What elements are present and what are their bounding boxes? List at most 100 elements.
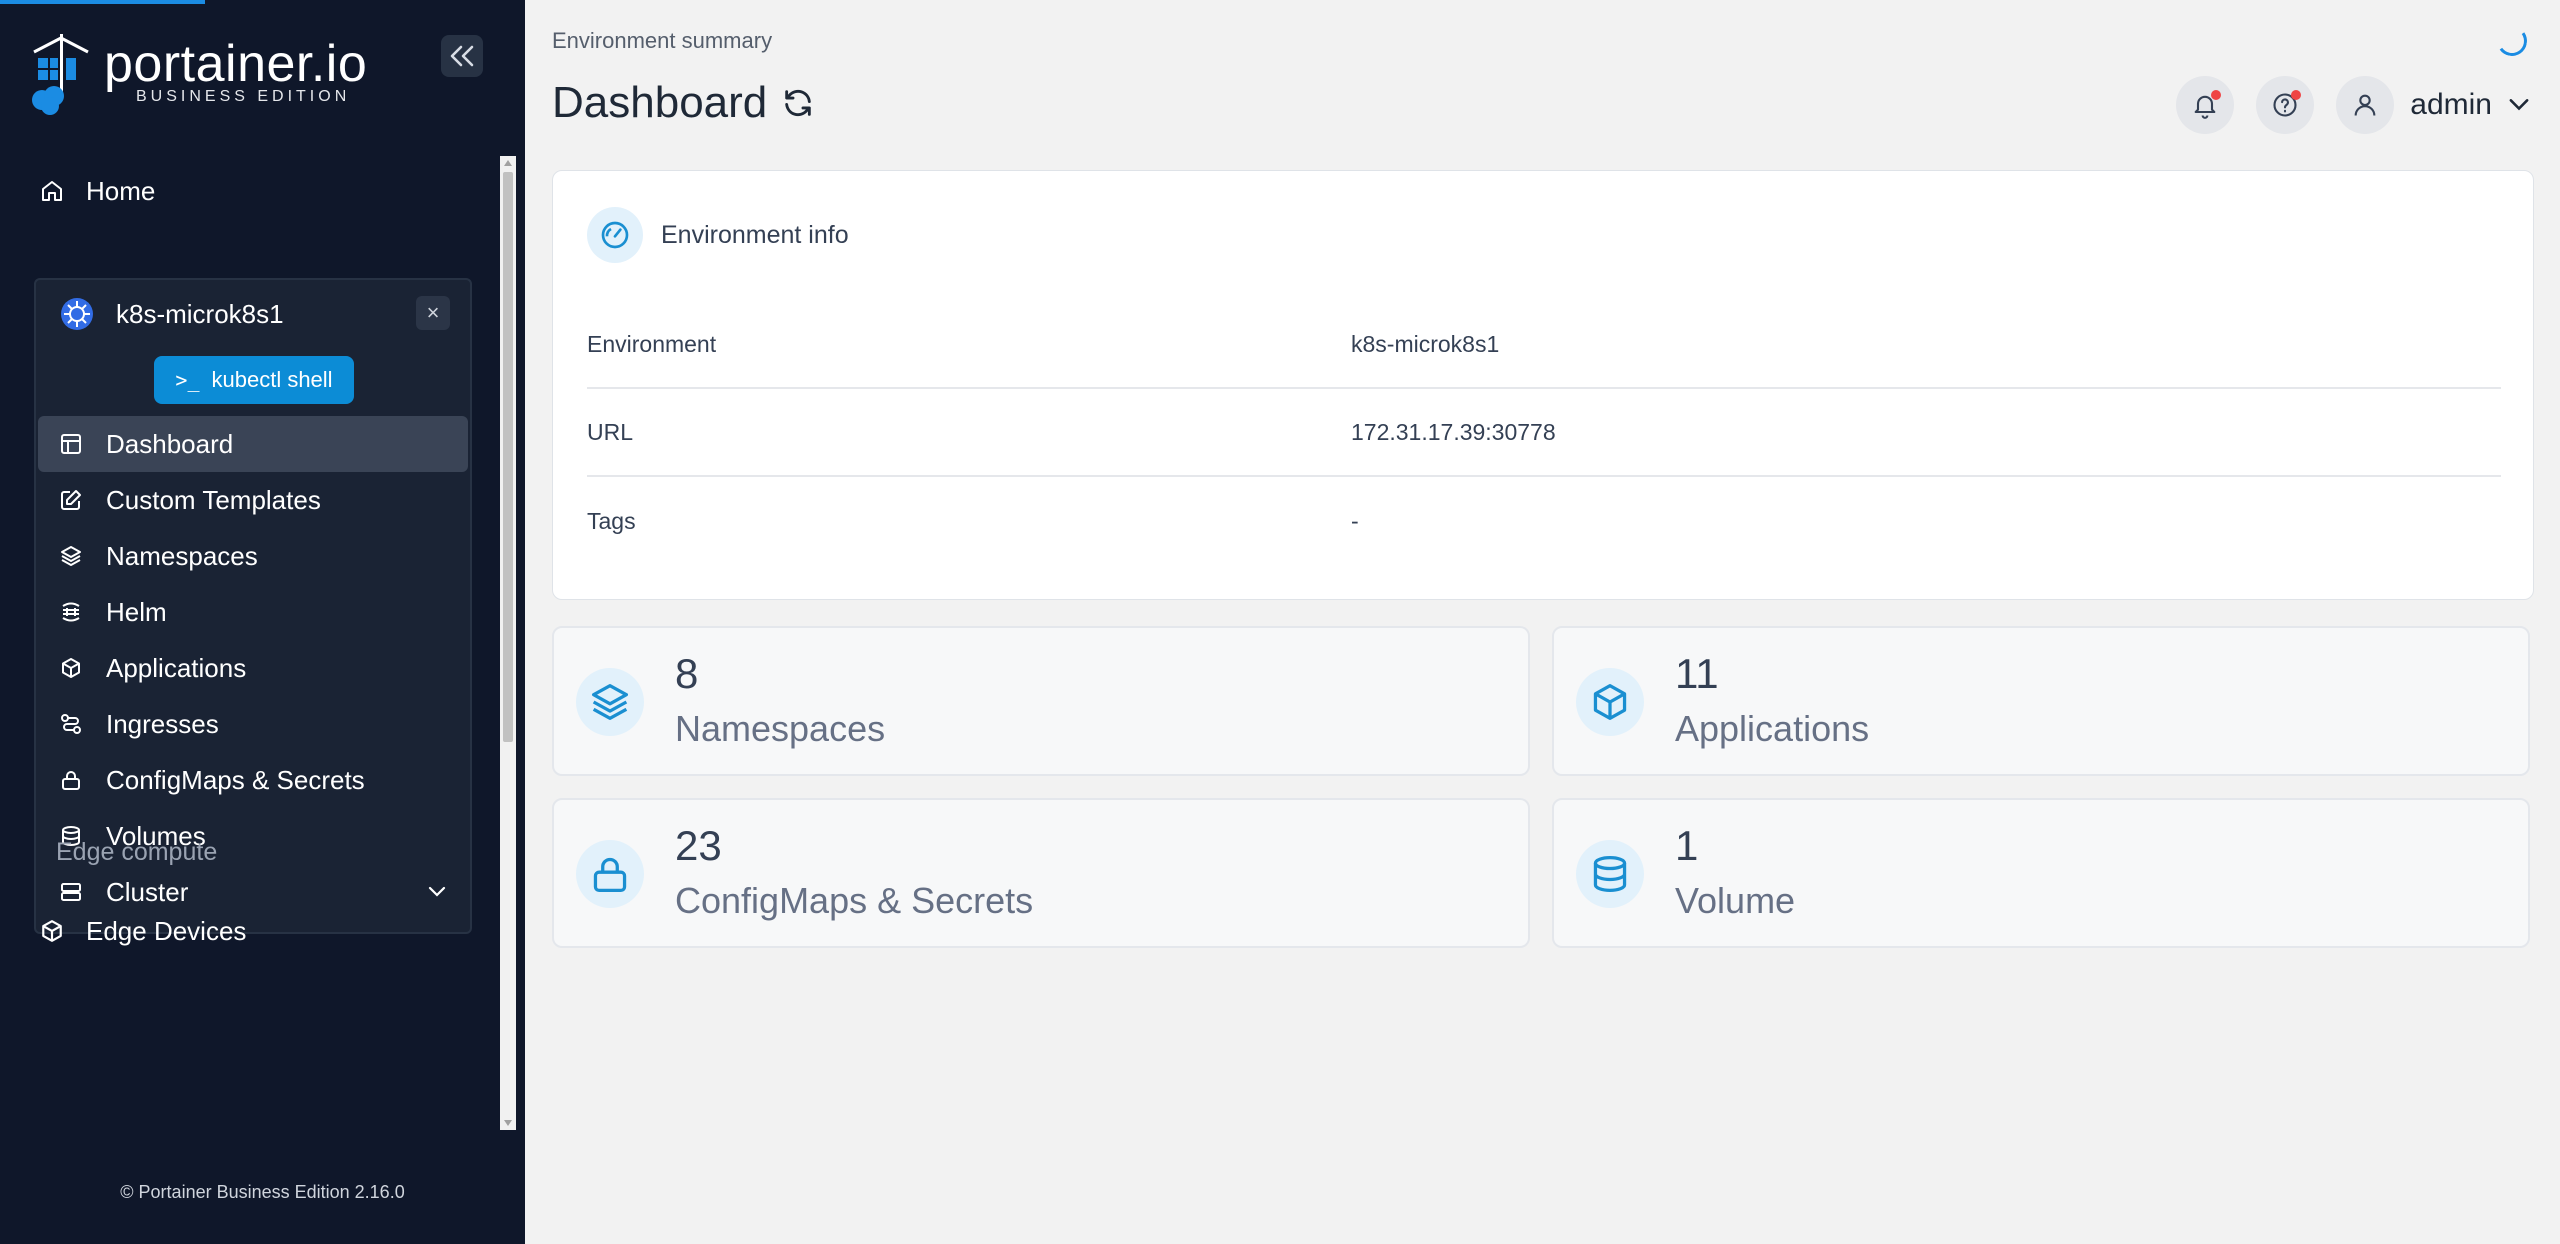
- close-environment-button[interactable]: ×: [416, 296, 450, 330]
- configmaps-secrets-stat-card[interactable]: 23 ConfigMaps & Secrets: [552, 798, 1530, 948]
- table-row: Tags -: [587, 477, 2501, 565]
- page-loading-bar: [0, 0, 205, 4]
- notification-dot: [2211, 90, 2222, 100]
- sidebar-item-namespaces[interactable]: Namespaces: [38, 528, 468, 584]
- scrollbar-thumb[interactable]: [503, 172, 513, 742]
- environment-name: k8s-microk8s1: [116, 298, 284, 329]
- main-content: Environment summary Dashboard admin Envi…: [525, 0, 2560, 1244]
- edge-compute-section-label: Edge compute: [56, 838, 218, 866]
- database-icon: [1576, 840, 1644, 908]
- lock-icon: [576, 840, 644, 908]
- chevrons-left-icon: [450, 45, 474, 67]
- page-title-text: Dashboard: [552, 78, 768, 127]
- username: admin: [2410, 88, 2492, 121]
- loading-spinner-icon: [2494, 23, 2530, 59]
- sidebar-item-ingresses[interactable]: Ingresses: [38, 696, 468, 752]
- close-icon: ×: [426, 300, 440, 325]
- volumes-stat-card[interactable]: 1 Volume: [1552, 798, 2530, 948]
- sidebar-item-applications[interactable]: Applications: [38, 640, 468, 696]
- namespaces-stat-card[interactable]: 8 Namespaces: [552, 626, 1530, 776]
- stat-label: Applications: [1675, 708, 1870, 749]
- lock-icon: [62, 771, 80, 790]
- sidebar-scroll-area: Home k8s-microk8s1 × >_ kubectl shell Da…: [0, 156, 525, 1130]
- sidebar-item-label: Ingresses: [106, 708, 219, 739]
- sidebar-item-label: Edge Devices: [86, 915, 247, 946]
- help-dot: [2291, 90, 2302, 100]
- kubectl-shell-button[interactable]: >_ kubectl shell: [154, 356, 354, 404]
- table-row: Environment k8s-microk8s1: [587, 301, 2501, 389]
- environment-panel: k8s-microk8s1 × >_ kubectl shell Dashboa…: [34, 278, 472, 934]
- sidebar: portainer.io BUSINESS EDITION Home k8s-m…: [0, 0, 525, 1244]
- info-key: Environment: [587, 330, 717, 357]
- dashboard-icon: [61, 434, 81, 454]
- chevron-down-icon: [428, 886, 446, 897]
- environment-info-card: Environment info Environment k8s-microk8…: [552, 170, 2534, 600]
- environment-info-table: Environment k8s-microk8s1 URL 172.31.17.…: [587, 301, 2501, 565]
- breadcrumb: Environment summary: [552, 28, 773, 53]
- applications-stat-card[interactable]: 11 Applications: [1552, 626, 2530, 776]
- chevron-down-icon: [2509, 99, 2529, 111]
- stat-count: 1: [1675, 822, 1699, 869]
- box-icon: [42, 920, 62, 942]
- brand[interactable]: portainer.io BUSINESS EDITION: [30, 32, 380, 122]
- environment-info-header: Environment info: [587, 207, 849, 263]
- layers-icon: [61, 546, 81, 566]
- collapse-sidebar-button[interactable]: [441, 35, 483, 77]
- sidebar-item-label: Applications: [106, 652, 247, 683]
- sidebar-item-label: ConfigMaps & Secrets: [106, 764, 365, 795]
- helm-icon: [62, 602, 80, 622]
- kubectl-shell-label: kubectl shell: [211, 367, 333, 392]
- info-value: k8s-microk8s1: [1351, 330, 1500, 357]
- info-key: URL: [587, 418, 634, 445]
- stat-count: 23: [675, 822, 722, 869]
- route-icon: [61, 714, 81, 734]
- stat-count: 8: [675, 650, 699, 697]
- table-row: URL 172.31.17.39:30778: [587, 389, 2501, 477]
- notifications-button[interactable]: [2176, 76, 2235, 134]
- sidebar-item-label: Home: [86, 175, 156, 206]
- box-icon: [62, 658, 80, 678]
- sidebar-item-label: Cluster: [106, 876, 189, 907]
- info-value: 172.31.17.39:30778: [1351, 418, 1556, 445]
- avatar[interactable]: [2336, 76, 2395, 134]
- home-icon: [42, 181, 62, 201]
- sidebar-item-helm[interactable]: Helm: [38, 584, 468, 640]
- server-icon: [61, 883, 81, 901]
- header-actions: admin: [2176, 76, 2530, 134]
- page-title: Dashboard: [552, 78, 815, 128]
- help-button[interactable]: [2256, 76, 2315, 134]
- sidebar-item-edge-devices[interactable]: Edge Devices: [40, 906, 246, 956]
- stat-label: Namespaces: [675, 708, 886, 749]
- scroll-up-icon[interactable]: [504, 160, 512, 166]
- layers-icon: [576, 668, 644, 736]
- info-value: -: [1351, 507, 1359, 534]
- stat-label: Volume: [1675, 880, 1796, 921]
- sidebar-item-label: Helm: [106, 596, 167, 627]
- box-icon: [1576, 668, 1644, 736]
- user-icon: [2354, 94, 2376, 116]
- refresh-icon[interactable]: [781, 86, 815, 120]
- terminal-icon: >_: [175, 368, 200, 392]
- gauge-icon: [587, 207, 643, 263]
- sidebar-item-dashboard[interactable]: Dashboard: [38, 416, 468, 472]
- scroll-down-icon[interactable]: [504, 1120, 512, 1126]
- sidebar-item-configmaps-secrets[interactable]: ConfigMaps & Secrets: [38, 752, 468, 808]
- kubernetes-icon: [61, 298, 93, 330]
- sidebar-item-custom-templates[interactable]: Custom Templates: [38, 472, 468, 528]
- brand-name: portainer.io: [104, 35, 368, 93]
- environment-header: k8s-microk8s1 ×: [60, 292, 450, 336]
- sidebar-scrollbar[interactable]: [500, 156, 516, 1130]
- stat-count: 11: [1675, 650, 1719, 697]
- info-key: Tags: [587, 507, 636, 534]
- edit-icon: [61, 490, 81, 510]
- sidebar-footer-version: © Portainer Business Edition 2.16.0: [120, 1182, 405, 1202]
- brand-edition: BUSINESS EDITION: [136, 88, 351, 105]
- sidebar-item-label: Custom Templates: [106, 484, 321, 515]
- sidebar-item-label: Dashboard: [106, 428, 234, 459]
- stat-label: ConfigMaps & Secrets: [675, 880, 1034, 921]
- portainer-logo-icon: [32, 34, 89, 115]
- sidebar-item-home[interactable]: Home: [40, 166, 155, 216]
- user-menu[interactable]: admin: [2336, 76, 2530, 134]
- sidebar-item-label: Namespaces: [106, 540, 258, 571]
- environment-info-title: Environment info: [661, 220, 849, 249]
